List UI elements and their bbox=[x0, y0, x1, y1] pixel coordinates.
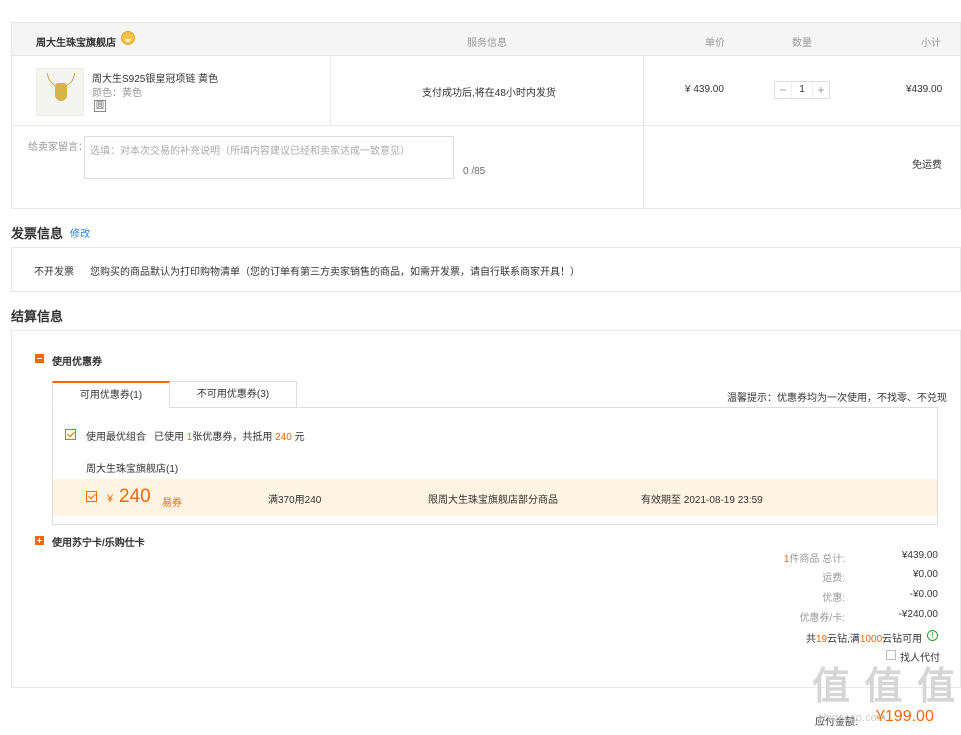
column-service: 服务信息 bbox=[467, 38, 507, 49]
expand-card-icon[interactable] bbox=[35, 536, 44, 545]
shipping-label: 运费: bbox=[822, 573, 845, 584]
coupon-rule: 满370用240 bbox=[268, 495, 322, 506]
best-combo-label: 使用最优组合 bbox=[86, 432, 146, 443]
coupon-value: 240 bbox=[119, 486, 151, 507]
best-combo-summary: 已使用 1张优惠券，共抵用 240 元 bbox=[154, 432, 305, 443]
watermark-site: zhidecao.com bbox=[818, 712, 886, 724]
invoice-description: 您购买的商品默认为打印购物清单（您的订单有第三方卖家销售的商品，如需开发票，请自… bbox=[90, 267, 580, 278]
column-unit-price: 单价 bbox=[705, 38, 725, 49]
qty-input[interactable]: 1 bbox=[791, 82, 813, 98]
shipping-value: ¥0.00 bbox=[912, 569, 938, 580]
product-row: 周大生S925银皇冠项链 黄色 颜色：黄色 圆 支付成功后,将在48小时内发货 … bbox=[11, 56, 961, 208]
unit-price: ¥ 439.00 bbox=[685, 84, 724, 95]
points-info: 共19云钻,满1000云钻可用 bbox=[806, 634, 923, 645]
coupon-shop-name: 周大生珠宝旗舰店(1) bbox=[86, 464, 179, 475]
best-combo-amount: 240 bbox=[275, 432, 292, 443]
shop-badge-icon bbox=[121, 31, 135, 45]
divider bbox=[330, 56, 331, 126]
coupon-expiry: 有效期至 2021-08-19 23:59 bbox=[641, 495, 763, 506]
coupon-kind: 易券 bbox=[162, 498, 182, 509]
items-total-label: 1件商品 总计: bbox=[783, 554, 845, 565]
best-combo-checkbox[interactable] bbox=[65, 429, 76, 440]
invoice-title: 发票信息 bbox=[11, 226, 64, 241]
coupon-checkbox[interactable] bbox=[86, 491, 97, 502]
shop-name[interactable]: 周大生珠宝旗舰店 bbox=[36, 34, 116, 49]
use-coupon-title[interactable]: 使用优惠券 bbox=[52, 353, 102, 368]
coupon-scope: 限周大生珠宝旗舰店部分商品 bbox=[428, 495, 558, 506]
invoice-box: 不开发票 您购买的商品默认为打印购物清单（您的订单有第三方卖家销售的商品，如需开… bbox=[11, 247, 961, 292]
discount-value: -¥0.00 bbox=[909, 589, 938, 600]
shipping-fee: 免运费 bbox=[912, 160, 942, 171]
qty-plus-button[interactable]: + bbox=[813, 82, 829, 98]
qty-minus-button[interactable]: − bbox=[775, 82, 791, 98]
items-total: ¥439.00 bbox=[901, 550, 938, 561]
column-subtotal: 小计 bbox=[921, 38, 941, 49]
line-subtotal: ¥439.00 bbox=[906, 84, 943, 95]
coupon-deduct-value: -¥240.00 bbox=[898, 609, 938, 620]
coupon-item[interactable]: ¥ 240 易券 满370用240 限周大生珠宝旗舰店部分商品 有效期至 202… bbox=[53, 479, 937, 516]
message-char-count: 0 /85 bbox=[463, 166, 486, 177]
product-title[interactable]: 周大生S925银皇冠项链 黄色 bbox=[92, 70, 218, 85]
seller-message-row: 给卖家留言： 选填：对本次交易的补充说明（所填内容建议已经和卖家达成一致意见） … bbox=[11, 126, 961, 209]
service-info: 支付成功后,将在48小时内发货 bbox=[422, 88, 556, 99]
seller-message-label: 给卖家留言： bbox=[28, 142, 88, 153]
collapse-coupon-icon[interactable] bbox=[35, 354, 44, 363]
seller-message-input[interactable]: 选填：对本次交易的补充说明（所填内容建议已经和卖家达成一致意见） bbox=[84, 136, 454, 179]
quantity-stepper: − 1 + bbox=[774, 81, 830, 99]
invoice-type: 不开发票 bbox=[34, 267, 74, 278]
column-quantity: 数量 bbox=[792, 38, 812, 49]
product-service-tag-icon: 圆 bbox=[94, 100, 106, 112]
invoice-modify-link[interactable]: 修改 bbox=[70, 225, 90, 240]
coupon-currency: ¥ bbox=[107, 493, 114, 505]
tab-unavailable-coupons[interactable]: 不可用优惠券(3) bbox=[169, 381, 297, 408]
discount-label: 优惠: bbox=[822, 593, 845, 604]
coupon-tip: 温馨提示：优惠券均为一次使用，不找零、不兑现 bbox=[727, 393, 947, 404]
product-color: 颜色：黄色 bbox=[92, 88, 142, 99]
tab-available-coupons[interactable]: 可用优惠券(1) bbox=[52, 381, 170, 408]
product-thumbnail[interactable] bbox=[36, 68, 84, 116]
use-card-title[interactable]: 使用苏宁卡/乐购仕卡 bbox=[52, 534, 145, 549]
settlement-title: 结算信息 bbox=[11, 309, 64, 324]
points-info-icon[interactable]: ! bbox=[927, 630, 938, 641]
order-header: 周大生珠宝旗舰店 服务信息 单价 数量 小计 bbox=[11, 22, 961, 56]
coupon-deduct-label: 优惠券/卡: bbox=[799, 613, 845, 624]
watermark-logo: 值 值 值 bbox=[812, 666, 958, 708]
